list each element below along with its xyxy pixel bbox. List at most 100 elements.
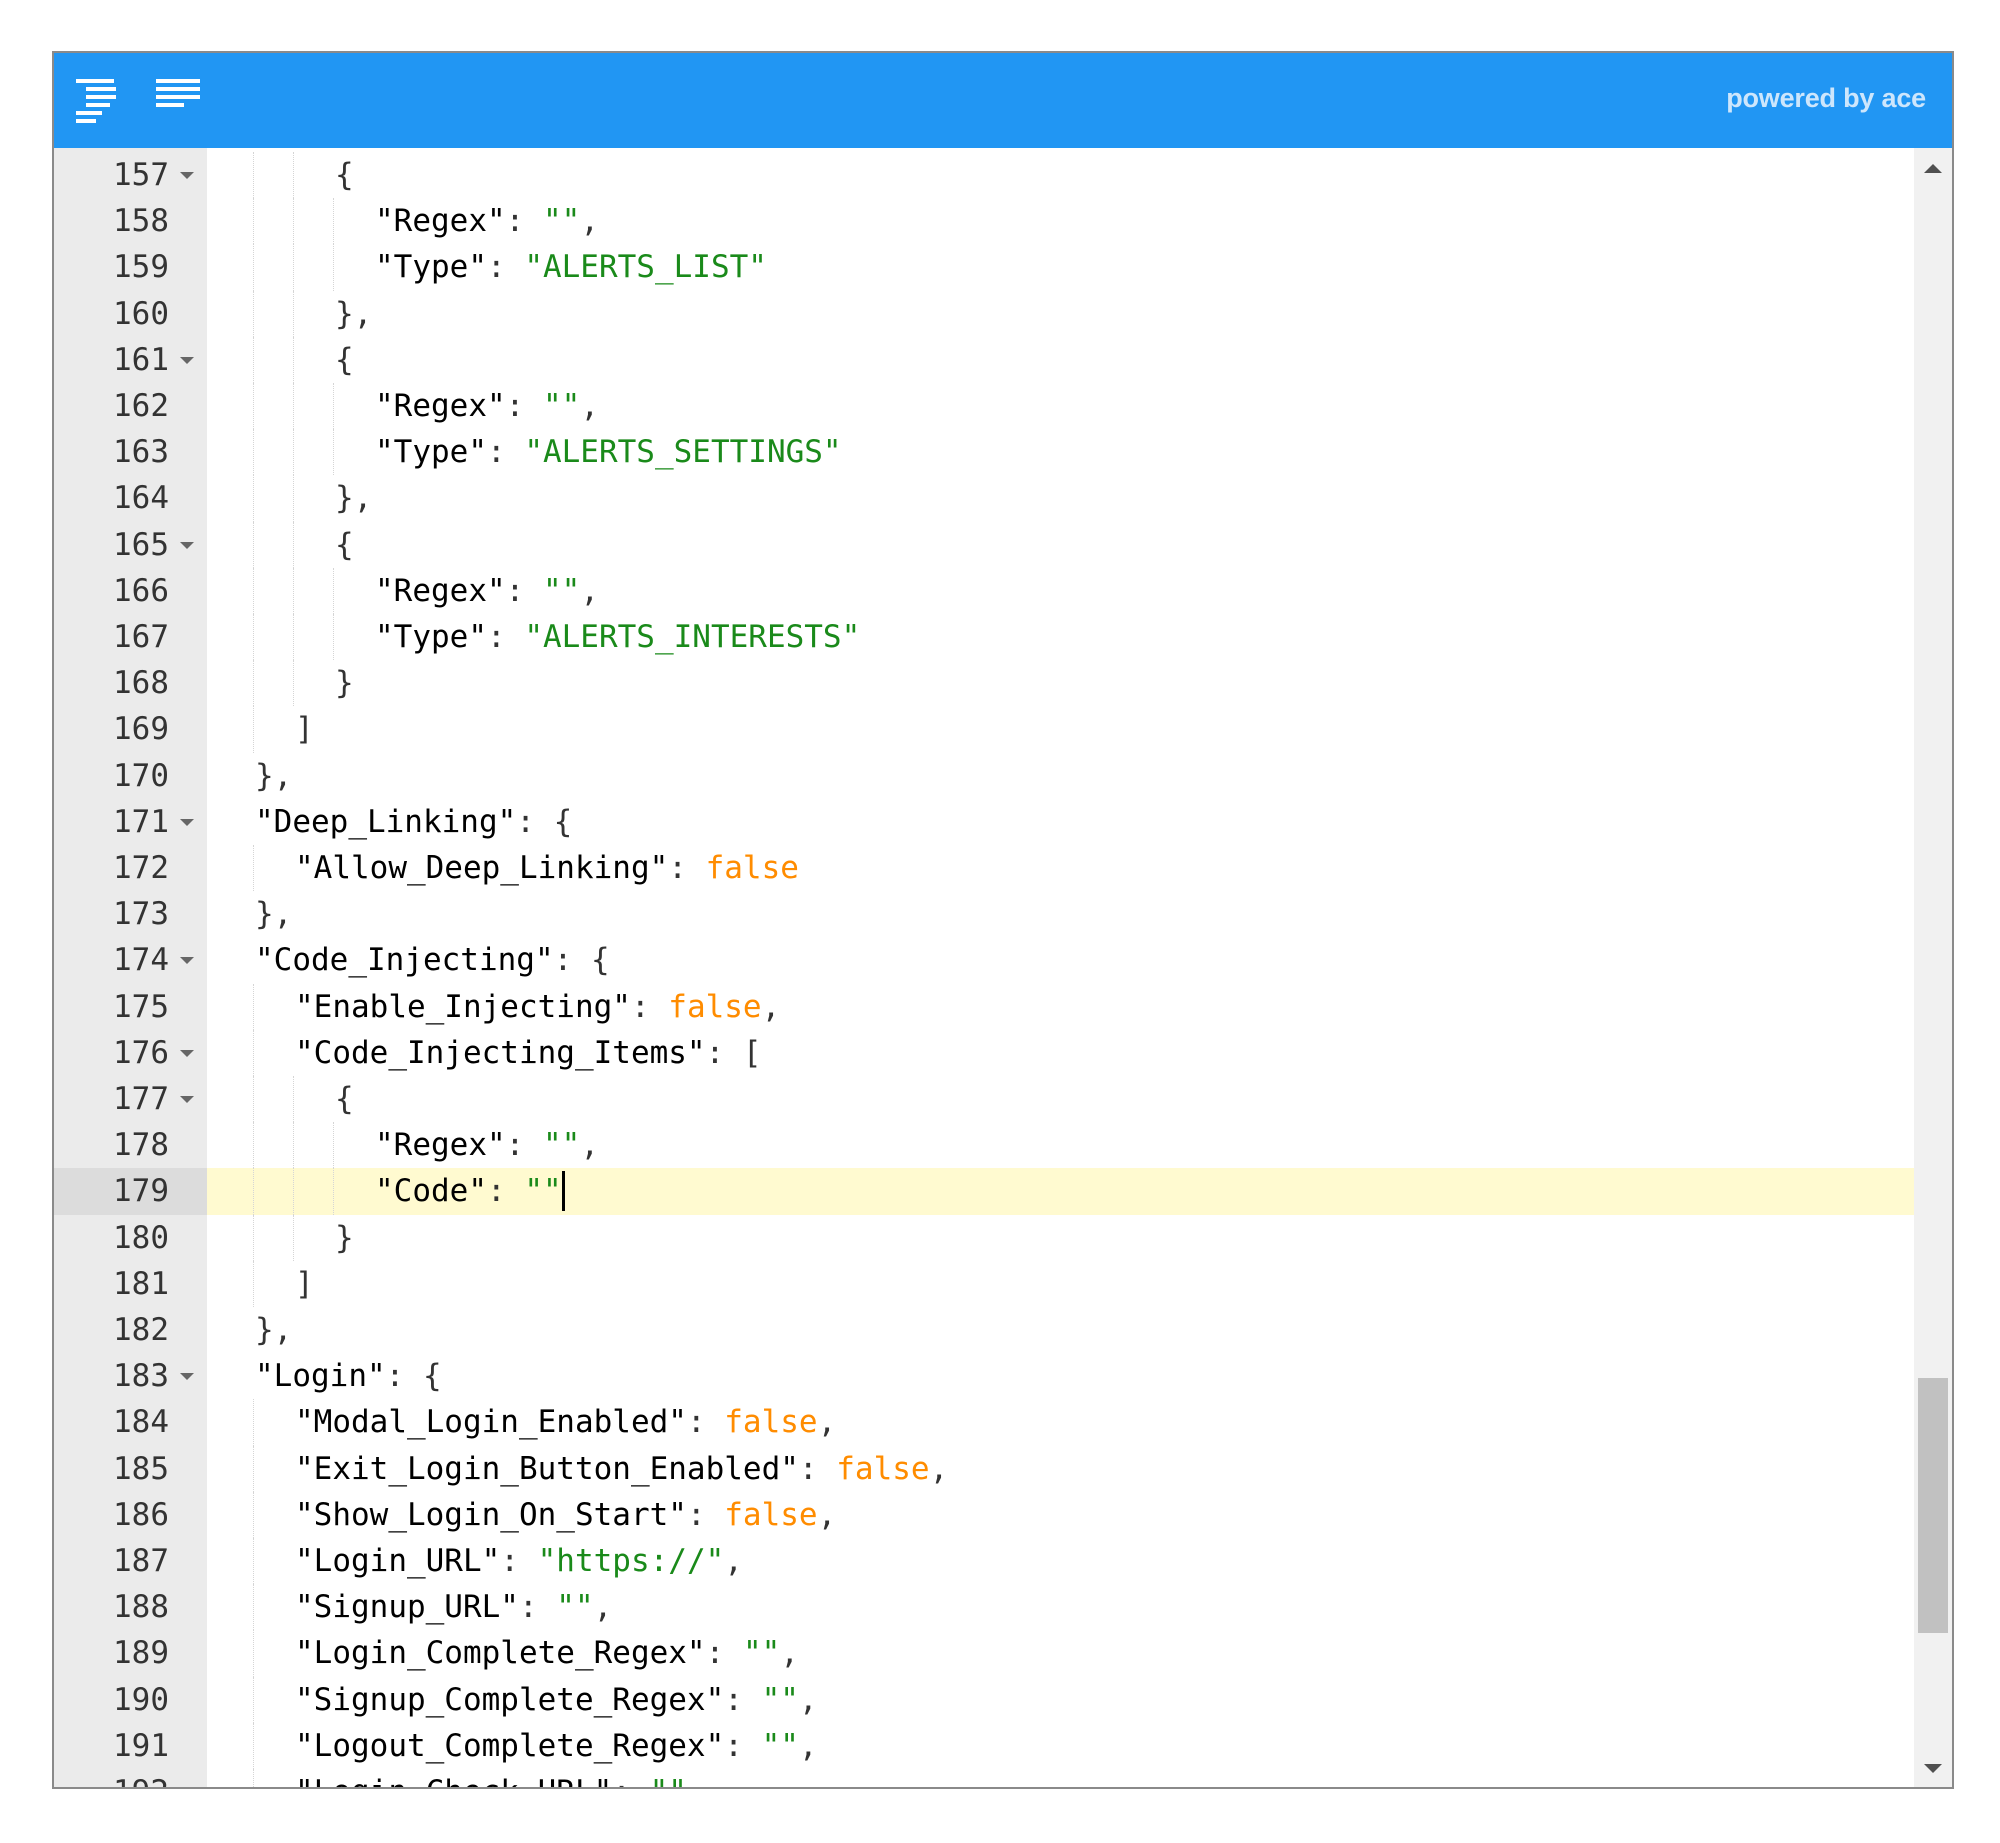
code-text: "Regex": "",	[375, 1122, 599, 1168]
scrollbar-thumb[interactable]	[1918, 1378, 1948, 1633]
fold-toggle-icon[interactable]	[180, 957, 194, 965]
code-line[interactable]: "Type": "ALERTS_SETTINGS"	[207, 429, 1914, 476]
code-line[interactable]: "Signup_URL": "",	[207, 1584, 1914, 1631]
code-line[interactable]: "Exit_Login_Button_Enabled": false,	[207, 1445, 1914, 1492]
json-string: ""	[542, 572, 581, 609]
indent-guide	[293, 1168, 294, 1215]
code-line[interactable]: "Modal_Login_Enabled": false,	[207, 1399, 1914, 1446]
code-editor[interactable]: 157 158 159 160 161 162 163 164 165 166 167 168 169 1…	[54, 148, 1952, 1787]
scroll-down-arrow-icon[interactable]	[1924, 1764, 1942, 1773]
code-content[interactable]: {"Regex": "", "Type": "ALERTS_LIST"},{"Re…	[207, 148, 1914, 1787]
indent-guide	[253, 567, 254, 614]
indent-guide	[253, 1491, 254, 1538]
code-line[interactable]: "Regex": "",	[207, 198, 1914, 245]
fold-toggle-icon[interactable]	[180, 1049, 194, 1057]
json-punctuation: ,	[580, 388, 599, 424]
code-line[interactable]: "Code_Injecting_Items": [	[207, 1029, 1914, 1076]
fold-toggle-icon[interactable]	[180, 818, 194, 826]
indent-guide	[293, 244, 294, 291]
json-key: "Login_Complete_Regex"	[295, 1635, 706, 1672]
code-line[interactable]: "Deep_Linking": {	[207, 799, 1914, 845]
code-text: "Allow_Deep_Linking": false	[295, 845, 799, 891]
fold-toggle-icon[interactable]	[180, 541, 194, 549]
code-line[interactable]: {	[207, 1076, 1914, 1123]
code-text: "Enable_Injecting": false,	[295, 984, 780, 1030]
line-number: 165	[113, 526, 169, 563]
fold-toggle-icon[interactable]	[180, 1096, 194, 1103]
code-line[interactable]: ]	[207, 1260, 1914, 1307]
gutter-cell: 163	[54, 429, 207, 475]
json-punctuation: :	[798, 1450, 837, 1487]
code-line[interactable]: ]	[207, 706, 1914, 753]
code-line[interactable]: "Signup_Complete_Regex": "",	[207, 1676, 1914, 1723]
code-line[interactable]: {	[207, 521, 1914, 568]
code-text: }	[335, 660, 354, 706]
json-key: "Logout_Complete_Regex"	[295, 1727, 725, 1764]
json-boolean: false	[724, 1496, 818, 1533]
json-string: ""	[650, 1774, 687, 1787]
code-line[interactable]: },	[207, 753, 1914, 799]
code-text: },	[255, 891, 292, 937]
line-number: 169	[113, 711, 169, 748]
json-editor: powered by ace 157 158 159 160 161 162 163 164 1…	[52, 51, 1954, 1789]
gutter-cell: 170	[54, 753, 207, 799]
code-line[interactable]: "Regex": "",	[207, 1122, 1914, 1169]
code-line[interactable]: "Enable_Injecting": false,	[207, 983, 1914, 1030]
code-line[interactable]: "Code": ""	[207, 1168, 1914, 1215]
code-line[interactable]: "Login_URL": "https://",	[207, 1538, 1914, 1585]
line-number: 182	[113, 1312, 169, 1348]
json-string: "ALERTS_LIST"	[524, 249, 767, 286]
code-line[interactable]: "Allow_Deep_Linking": false	[207, 845, 1914, 892]
indent-guide	[253, 152, 254, 199]
code-line[interactable]: },	[207, 290, 1914, 337]
fold-toggle-icon[interactable]	[180, 356, 194, 364]
json-punctuation: : {	[385, 1358, 442, 1395]
json-key: "Regex"	[375, 1127, 506, 1164]
scroll-up-arrow-icon[interactable]	[1924, 164, 1942, 173]
code-line[interactable]: "Regex": "",	[207, 567, 1914, 614]
code-line[interactable]: "Type": "ALERTS_LIST"	[207, 244, 1914, 291]
code-line[interactable]: }	[207, 660, 1914, 707]
indent-guide	[253, 244, 254, 291]
indent-guide	[253, 383, 254, 430]
line-number: 164	[113, 480, 169, 517]
code-line[interactable]: "Login": {	[207, 1353, 1914, 1399]
code-line[interactable]: },	[207, 1307, 1914, 1353]
line-number: 176	[113, 1034, 169, 1071]
code-line[interactable]: "Regex": "",	[207, 383, 1914, 430]
code-line[interactable]: "Logout_Complete_Regex": "",	[207, 1722, 1914, 1769]
code-line[interactable]: },	[207, 891, 1914, 937]
code-line[interactable]: "Login_Complete_Regex": "",	[207, 1630, 1914, 1677]
indent-guide	[293, 1076, 294, 1123]
compact-button[interactable]	[152, 73, 208, 129]
json-key: "Login"	[255, 1358, 386, 1395]
gutter-cell: 177	[54, 1076, 207, 1122]
line-number: 175	[113, 988, 169, 1025]
fold-toggle-icon[interactable]	[180, 1373, 194, 1381]
code-line[interactable]: "Show_Login_On_Start": false,	[207, 1491, 1914, 1538]
code-line[interactable]: {	[207, 152, 1914, 199]
code-line[interactable]: }	[207, 1214, 1914, 1261]
compact-lines-icon	[156, 79, 200, 107]
json-key: "Modal_Login_Enabled"	[295, 1404, 687, 1441]
vertical-scrollbar[interactable]	[1914, 148, 1952, 1787]
json-punctuation: :	[505, 572, 543, 609]
json-key: "Regex"	[375, 572, 506, 609]
code-line[interactable]: {	[207, 336, 1914, 383]
json-string: ""	[542, 388, 581, 424]
json-string: ""	[542, 203, 581, 240]
indent-guide	[253, 983, 254, 1030]
code-text: },	[335, 475, 372, 521]
code-line[interactable]: "Login_Check_URL": ""	[207, 1769, 1914, 1787]
format-button[interactable]	[72, 73, 128, 129]
code-text: "Signup_Complete_Regex": "",	[295, 1677, 818, 1723]
code-line[interactable]: },	[207, 475, 1914, 522]
json-punctuation: : {	[516, 803, 573, 840]
line-number: 180	[113, 1219, 169, 1256]
json-punctuation: :	[505, 388, 543, 424]
fold-toggle-icon[interactable]	[180, 172, 194, 179]
code-line[interactable]: "Code_Injecting": {	[207, 937, 1914, 983]
code-text: },	[335, 291, 372, 337]
line-number: 185	[113, 1450, 169, 1487]
code-line[interactable]: "Type": "ALERTS_INTERESTS"	[207, 614, 1914, 661]
